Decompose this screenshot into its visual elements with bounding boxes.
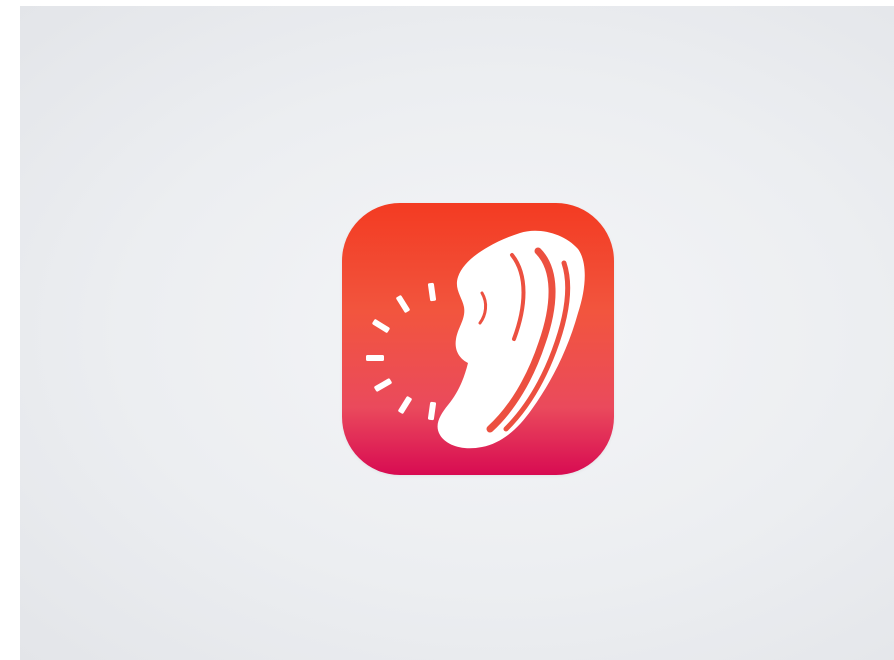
running-shoe-glyph [437,230,585,449]
splash-background [20,6,894,660]
screen-frame [0,0,894,660]
running-shoe-stopwatch-icon [366,230,585,449]
stopwatch-ticks [366,282,437,421]
app-icon[interactable] [342,203,614,475]
